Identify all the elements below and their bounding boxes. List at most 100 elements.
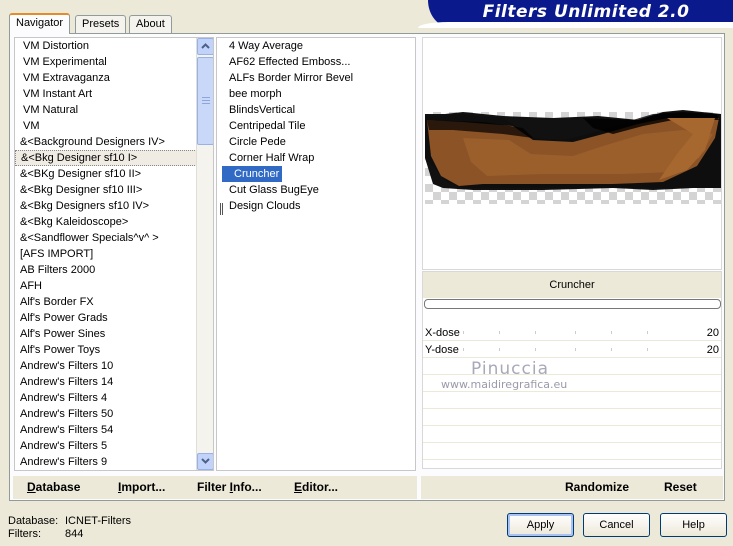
help-button[interactable]: Help: [660, 513, 727, 537]
navigator-button-bar: Database Import... Filter Info... Editor…: [13, 476, 417, 499]
grip-line: [202, 103, 210, 104]
cancel-button[interactable]: Cancel: [583, 513, 650, 537]
slider-tick: [575, 348, 576, 351]
import-button[interactable]: Import...: [118, 480, 165, 494]
list-item[interactable]: 4 Way Average: [217, 38, 415, 54]
filters-count: 844: [65, 528, 84, 540]
param-value: 20: [706, 344, 719, 356]
watermark-url: www.maidiregrafica.eu: [441, 378, 568, 391]
list-item[interactable]: Centripedal Tile: [217, 118, 415, 134]
reset-button[interactable]: Reset: [664, 480, 697, 494]
list-item[interactable]: Alf's Border FX: [15, 294, 213, 310]
grip-line: [202, 97, 210, 98]
list-item[interactable]: Andrew's Filters 14: [15, 374, 213, 390]
list-item-selected[interactable]: Cruncher: [222, 166, 283, 182]
list-item[interactable]: Cut Glass BugEye: [217, 182, 415, 198]
param-row-empty: [423, 444, 721, 460]
progress-bar: [424, 299, 721, 309]
tab-about[interactable]: About: [129, 15, 172, 33]
list-item[interactable]: Corner Half Wrap: [217, 150, 415, 166]
list-item[interactable]: Alf's Power Toys: [15, 342, 213, 358]
list-item[interactable]: VM Distortion: [15, 38, 213, 54]
param-row-empty: [423, 410, 721, 426]
list-item[interactable]: &<Sandflower Specials^v^ >: [15, 230, 213, 246]
list-item[interactable]: Design Clouds: [217, 198, 415, 214]
slider-tick: [611, 331, 612, 334]
database-value: ICNET-Filters: [65, 515, 131, 527]
param-row-empty: [423, 393, 721, 409]
parameters-panel: Cruncher X-dose 20 Y-dose 20 Pinuccia ww…: [422, 271, 722, 469]
slider-tick: [575, 331, 576, 334]
filter-list[interactable]: 4 Way Average AF62 Effected Emboss... AL…: [216, 37, 416, 471]
preview-area: [422, 37, 722, 270]
category-list[interactable]: VM Distortion VM Experimental VM Extrava…: [14, 37, 214, 471]
list-item[interactable]: Andrew's Filters 5: [15, 438, 213, 454]
list-item[interactable]: Andrew's Filters 4: [15, 390, 213, 406]
scroll-down-button[interactable]: [197, 453, 213, 470]
param-row-y-dose[interactable]: Y-dose 20: [423, 342, 721, 358]
tab-navigator[interactable]: Navigator: [9, 13, 71, 34]
slider-tick: [463, 348, 464, 351]
scroll-up-button[interactable]: [197, 38, 213, 55]
list-item[interactable]: VM Instant Art: [15, 86, 213, 102]
param-row-empty: [423, 427, 721, 443]
resize-grip-icon[interactable]: [220, 203, 223, 215]
list-item[interactable]: Andrew's Filters 9: [15, 454, 213, 470]
slider-tick: [535, 348, 536, 351]
list-item[interactable]: Alf's Power Sines: [15, 326, 213, 342]
current-filter-name: Cruncher: [423, 272, 721, 298]
slider-tick: [463, 331, 464, 334]
grip-line: [202, 100, 210, 101]
param-row-x-dose[interactable]: X-dose 20: [423, 325, 721, 341]
parameter-button-bar: Randomize Reset: [421, 476, 723, 499]
tab-presets[interactable]: Presets: [75, 15, 127, 33]
slider-tick: [535, 331, 536, 334]
list-item-selected[interactable]: &<Bkg Designer sf10 I>: [15, 150, 213, 166]
list-item[interactable]: VM Experimental: [15, 54, 213, 70]
list-item[interactable]: Circle Pede: [217, 134, 415, 150]
list-item[interactable]: bee morph: [217, 86, 415, 102]
list-item[interactable]: &<BKg Designer sf10 II>: [15, 166, 213, 182]
navigator-panel: VM Distortion VM Experimental VM Extrava…: [9, 33, 725, 501]
list-item[interactable]: Andrew's Filters 50: [15, 406, 213, 422]
slider-tick: [611, 348, 612, 351]
filter-info-button[interactable]: Filter Info...: [197, 480, 262, 494]
list-item[interactable]: VM Extravaganza: [15, 70, 213, 86]
randomize-button[interactable]: Randomize: [565, 480, 629, 494]
slider-tick: [647, 348, 648, 351]
list-item[interactable]: BlindsVertical: [217, 102, 415, 118]
list-item[interactable]: &<Bkg Designers sf10 IV>: [15, 198, 213, 214]
list-item[interactable]: [AFS IMPORT]: [15, 246, 213, 262]
param-value: 20: [706, 327, 719, 339]
list-item[interactable]: &<Bkg Designer sf10 III>: [15, 182, 213, 198]
param-label: X-dose: [425, 327, 460, 339]
preview-image: [425, 110, 721, 190]
list-item[interactable]: VM: [15, 118, 213, 134]
list-item[interactable]: Andrew's Filters 54: [15, 422, 213, 438]
filters-info: Filters: 844: [8, 528, 83, 540]
list-item[interactable]: Alf's Power Grads: [15, 310, 213, 326]
database-info: Database: ICNET-Filters: [8, 515, 131, 527]
chevron-down-icon: [201, 458, 210, 464]
app-title: Filters Unlimited 2.0: [482, 2, 690, 22]
slider-tick: [499, 331, 500, 334]
param-row-empty: [423, 359, 721, 375]
apply-button[interactable]: Apply: [507, 513, 574, 537]
category-scrollbar[interactable]: [196, 38, 213, 470]
list-item[interactable]: &<Background Designers IV>: [15, 134, 213, 150]
list-item-selected-row[interactable]: Cruncher: [217, 166, 415, 182]
list-item[interactable]: AF62 Effected Emboss...: [217, 54, 415, 70]
list-item[interactable]: AB Filters 2000: [15, 262, 213, 278]
database-label: Database:: [8, 515, 59, 527]
category-items: VM Distortion VM Experimental VM Extrava…: [15, 38, 213, 470]
list-item[interactable]: &<Bkg Kaleidoscope>: [15, 214, 213, 230]
list-item[interactable]: Andrew's Filters 10: [15, 358, 213, 374]
chevron-up-icon: [201, 43, 210, 49]
editor-button[interactable]: Editor...: [294, 480, 338, 494]
list-item[interactable]: AFH: [15, 278, 213, 294]
param-label: Y-dose: [425, 344, 459, 356]
list-item[interactable]: VM Natural: [15, 102, 213, 118]
list-item[interactable]: ALFs Border Mirror Bevel: [217, 70, 415, 86]
scroll-thumb[interactable]: [197, 57, 213, 145]
database-button[interactable]: Database: [27, 480, 80, 494]
